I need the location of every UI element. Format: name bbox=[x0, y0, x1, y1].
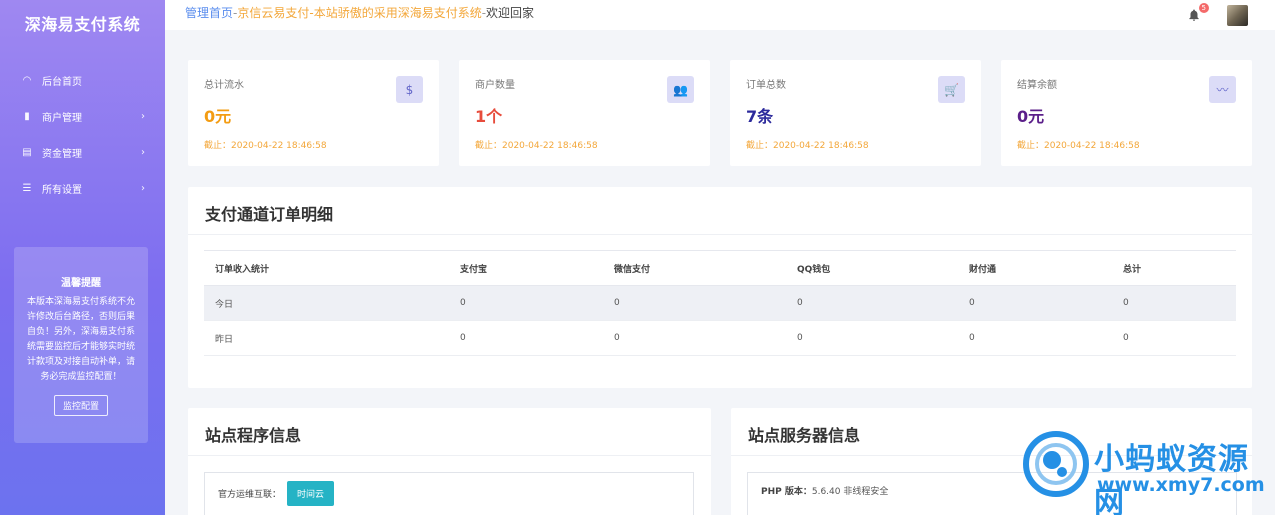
table-cell: 0 bbox=[603, 320, 786, 356]
tip-title: 温馨提醒 bbox=[61, 278, 101, 289]
column-header: QQ钱包 bbox=[786, 250, 958, 286]
table-cell: 0 bbox=[603, 285, 786, 321]
avatar[interactable] bbox=[1227, 5, 1248, 26]
users-icon: 👥 bbox=[667, 76, 694, 103]
stat-value: 1个 bbox=[475, 107, 503, 126]
breadcrumb-home-link[interactable]: 管理首页 bbox=[185, 6, 233, 20]
dollar-icon: $ bbox=[396, 76, 423, 103]
php-version-line: PHP 版本：5.6.40 非线程安全 bbox=[761, 484, 888, 497]
notification-badge: 5 bbox=[1198, 3, 1209, 13]
sidebar-nav: ◠ 后台首页 ▮ 商户管理 › ▤ 资金管理 › ☰ 所有设置 › bbox=[0, 62, 165, 206]
stat-since: 截止：2020-04-22 18:46:58 bbox=[1017, 141, 1140, 151]
cart-icon: 🛒 bbox=[938, 76, 965, 103]
panel-title: 站点服务器信息 bbox=[748, 426, 861, 445]
chevron-right-icon: › bbox=[141, 110, 145, 122]
chevron-right-icon: › bbox=[141, 182, 145, 194]
sidebar-item-dashboard[interactable]: ◠ 后台首页 bbox=[0, 62, 165, 98]
bar-chart-icon: ▮ bbox=[24, 110, 30, 122]
column-header: 总计 bbox=[1112, 250, 1236, 286]
breadcrumb: 管理首页-京信云易支付-本站骄傲的采用深海易支付系统-欢迎回家 bbox=[185, 4, 534, 21]
ant-logo-icon bbox=[1023, 431, 1089, 497]
sidebar: 深海易支付系统 ◠ 后台首页 ▮ 商户管理 › ▤ 资金管理 › ☰ 所有设置 … bbox=[0, 0, 165, 515]
column-header: 订单收入统计 bbox=[204, 250, 449, 286]
table-cell: 0 bbox=[958, 285, 1112, 321]
watermark: 小蚂蚁资源网 www.xmy7.com bbox=[1022, 428, 1275, 515]
sidebar-item-settings[interactable]: ☰ 所有设置 › bbox=[0, 170, 165, 206]
table-cell: 0 bbox=[1112, 320, 1236, 356]
stat-label: 结算余额 bbox=[1017, 80, 1057, 91]
order-detail-panel: 支付通道订单明细 订单收入统计 支付宝 微信支付 QQ钱包 财付通 总计 今日 … bbox=[188, 187, 1252, 388]
site-program-panel: 站点程序信息 官方运维互联： 时间云 bbox=[188, 408, 711, 515]
table-cell: 0 bbox=[449, 320, 603, 356]
watermark-url: www.xmy7.com bbox=[1097, 474, 1265, 496]
table-header-row: 订单收入统计 支付宝 微信支付 QQ钱包 财付通 总计 bbox=[204, 250, 1236, 286]
stat-since: 截止：2020-04-22 18:46:58 bbox=[475, 141, 598, 151]
stat-card-total-flow: 总计流水 0元 截止：2020-04-22 18:46:58 $ bbox=[188, 60, 439, 166]
php-version-value: 5.6.40 非线程安全 bbox=[811, 487, 889, 497]
stat-since: 截止：2020-04-22 18:46:58 bbox=[204, 141, 327, 151]
table-cell: 0 bbox=[449, 285, 603, 321]
brand-title: 深海易支付系统 bbox=[24, 15, 141, 34]
divider bbox=[188, 234, 1252, 235]
table-cell: 0 bbox=[786, 285, 958, 321]
table-cell: 昨日 bbox=[204, 320, 449, 356]
stat-value: 0元 bbox=[204, 107, 232, 126]
ops-label: 官方运维互联： bbox=[218, 490, 282, 500]
chevron-right-icon: › bbox=[141, 146, 145, 158]
program-info-box: 官方运维互联： 时间云 bbox=[204, 472, 694, 515]
stat-value: 7条 bbox=[746, 107, 774, 126]
stat-card-balance: 结算余额 0元 截止：2020-04-22 18:46:58 〰 bbox=[1001, 60, 1252, 166]
table-cell: 0 bbox=[786, 320, 958, 356]
table-row: 今日 0 0 0 0 0 bbox=[204, 285, 1236, 321]
stat-card-merchants: 商户数量 1个 截止：2020-04-22 18:46:58 👥 bbox=[459, 60, 710, 166]
column-header: 支付宝 bbox=[449, 250, 603, 286]
sidebar-item-funds[interactable]: ▤ 资金管理 › bbox=[0, 134, 165, 170]
breadcrumb-site-name: 京信云易支付-本站骄傲的采用深海易支付系统 bbox=[237, 6, 482, 20]
sidebar-item-merchants[interactable]: ▮ 商户管理 › bbox=[0, 98, 165, 134]
table-cell: 今日 bbox=[204, 285, 449, 321]
stat-label: 总计流水 bbox=[204, 80, 244, 91]
sidebar-item-label: 商户管理 bbox=[42, 112, 82, 124]
breadcrumb-welcome: 欢迎回家 bbox=[486, 6, 535, 20]
stat-value: 0元 bbox=[1017, 107, 1045, 126]
panel-title: 支付通道订单明细 bbox=[205, 205, 334, 224]
tip-text: 本版本深海易支付系统不允许修改后台路径，否则后果自负！另外，深海易支付系统需要监… bbox=[26, 297, 135, 382]
monitor-config-button[interactable]: 监控配置 bbox=[53, 395, 108, 416]
table-row: 昨日 0 0 0 0 0 bbox=[204, 320, 1236, 356]
table-cell: 0 bbox=[958, 320, 1112, 356]
stat-label: 订单总数 bbox=[746, 80, 786, 91]
stat-card-orders: 订单总数 7条 截止：2020-04-22 18:46:58 🛒 bbox=[730, 60, 981, 166]
dashboard-icon: ◠ bbox=[22, 74, 32, 86]
divider bbox=[188, 455, 711, 456]
document-icon: ▤ bbox=[22, 146, 32, 158]
sidebar-item-label: 后台首页 bbox=[42, 76, 82, 88]
order-table: 订单收入统计 支付宝 微信支付 QQ钱包 财付通 总计 今日 0 0 0 0 0… bbox=[204, 250, 1236, 356]
php-version-label: PHP 版本： bbox=[761, 487, 812, 497]
sidebar-item-label: 所有设置 bbox=[42, 184, 82, 196]
panel-title: 站点程序信息 bbox=[205, 426, 302, 445]
table-cell: 0 bbox=[1112, 285, 1236, 321]
list-icon: ☰ bbox=[22, 182, 32, 194]
time-cloud-button[interactable]: 时间云 bbox=[287, 481, 335, 506]
stat-since: 截止：2020-04-22 18:46:58 bbox=[746, 141, 869, 151]
topbar: 管理首页-京信云易支付-本站骄傲的采用深海易支付系统-欢迎回家 5 bbox=[165, 0, 1275, 30]
sidebar-item-label: 资金管理 bbox=[42, 148, 82, 160]
tip-box: 温馨提醒 本版本深海易支付系统不允许修改后台路径，否则后果自负！另外，深海易支付… bbox=[14, 247, 148, 443]
column-header: 财付通 bbox=[958, 250, 1112, 286]
column-header: 微信支付 bbox=[603, 250, 786, 286]
pulse-icon: 〰 bbox=[1209, 76, 1236, 103]
stat-label: 商户数量 bbox=[475, 80, 515, 91]
